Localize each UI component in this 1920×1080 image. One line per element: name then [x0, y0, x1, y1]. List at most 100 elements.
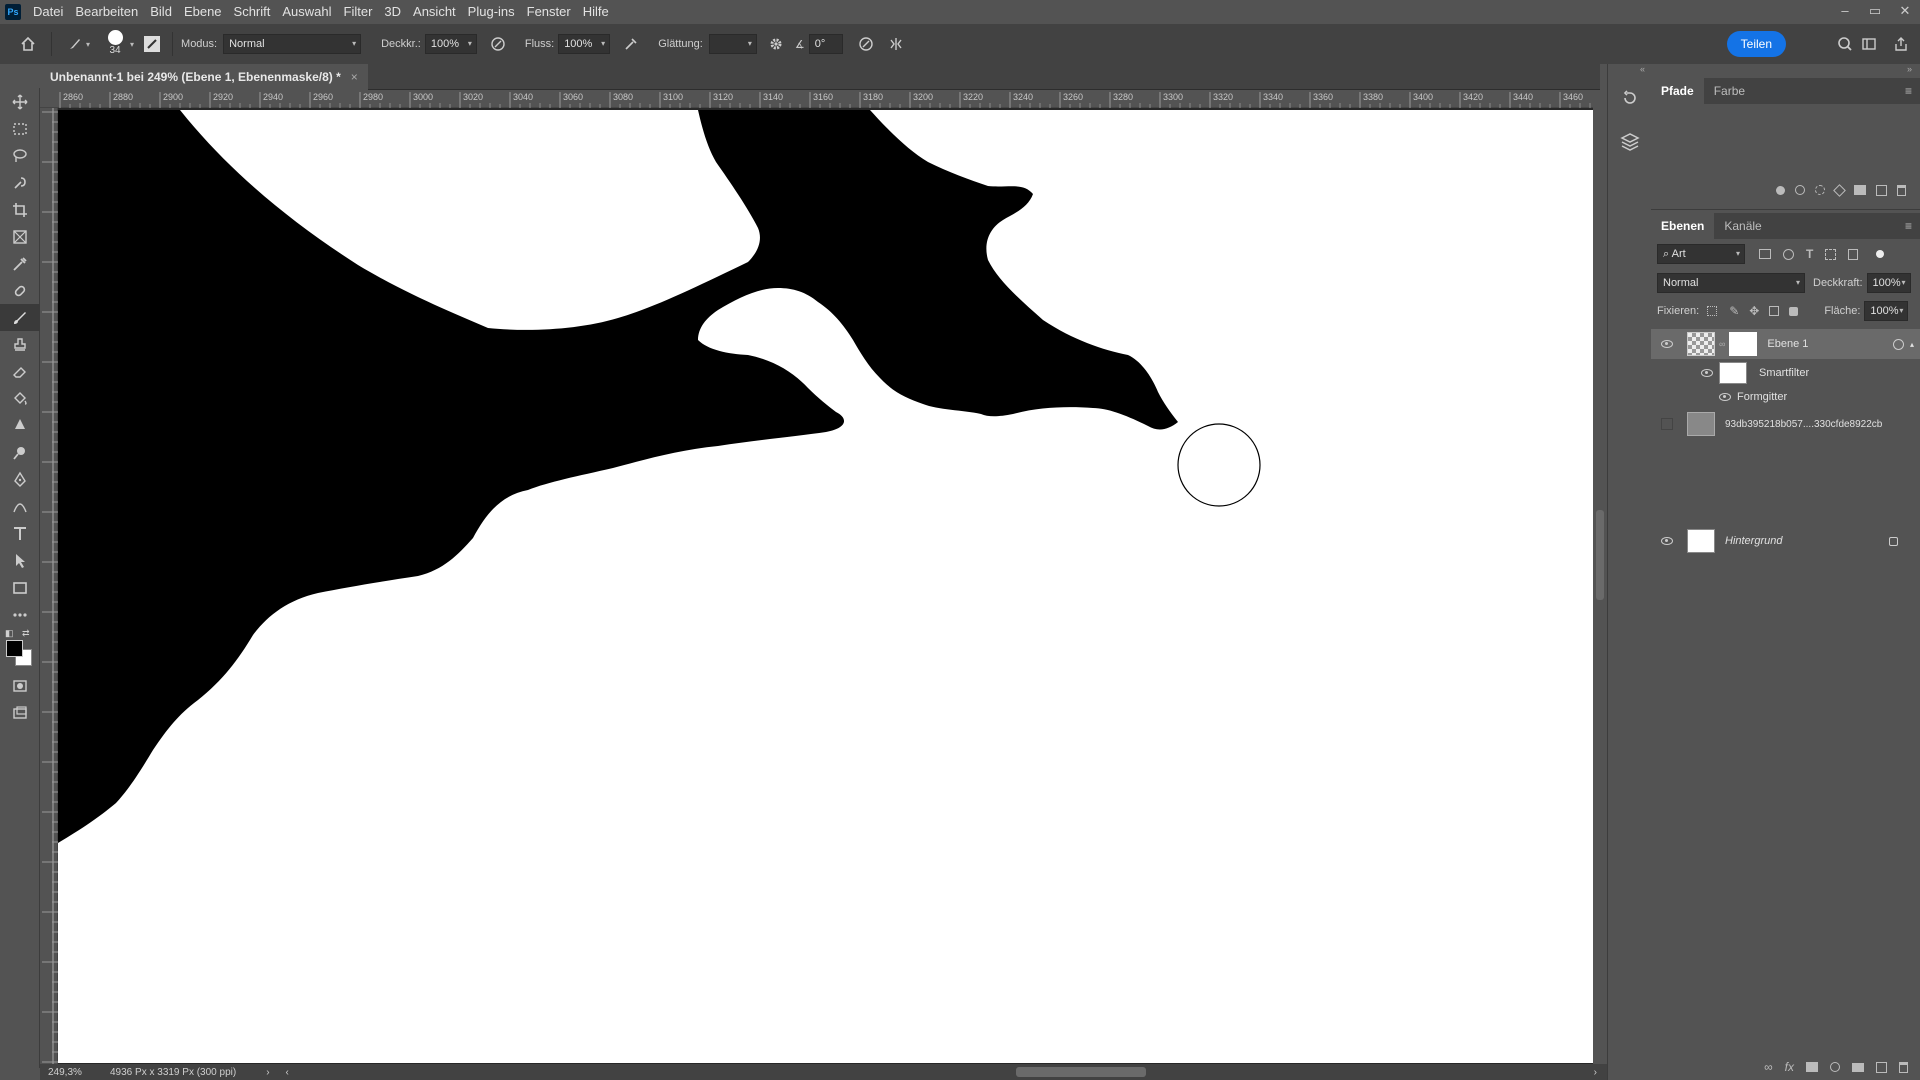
move-tool-icon[interactable] [0, 88, 40, 115]
mode-select[interactable]: Normal ▾ [223, 34, 362, 54]
path-selection-tool-icon[interactable] [0, 547, 40, 574]
menu-datei[interactable]: Datei [27, 0, 69, 24]
adjustment-layer-icon[interactable] [1830, 1062, 1840, 1072]
default-colors-icon[interactable]: ◧ [5, 628, 14, 639]
tab-farbe[interactable]: Farbe [1704, 78, 1755, 104]
clone-stamp-tool-icon[interactable] [0, 331, 40, 358]
layer-row-smartfilter[interactable]: Smartfilter [1651, 361, 1920, 385]
eraser-tool-icon[interactable] [0, 358, 40, 385]
add-mask-icon[interactable] [1854, 185, 1866, 195]
pressure-size-icon[interactable] [855, 33, 877, 55]
menu-ansicht[interactable]: Ansicht [407, 0, 462, 24]
stroke-path-icon[interactable] [1795, 185, 1805, 195]
dodge-tool-icon[interactable] [0, 439, 40, 466]
tab-kanaele[interactable]: Kanäle [1714, 213, 1771, 239]
curvature-pen-tool-icon[interactable] [0, 493, 40, 520]
visibility-off-box[interactable] [1661, 418, 1673, 430]
menu-fenster[interactable]: Fenster [521, 0, 577, 24]
adjustment-filter-icon[interactable] [1783, 248, 1794, 260]
type-tool-icon[interactable] [0, 520, 40, 547]
smart-object-filter-icon[interactable] [1848, 248, 1859, 260]
menu-filter[interactable]: Filter [338, 0, 379, 24]
collapse-arrows-icon[interactable]: « [1608, 64, 1651, 78]
healing-brush-tool-icon[interactable] [0, 277, 40, 304]
flow-input[interactable]: 100% ▾ [558, 34, 611, 54]
collapse-panel-arrows-icon[interactable]: » [1651, 64, 1920, 78]
panel-menu-icon[interactable]: ≡ [1905, 219, 1920, 233]
gear-icon[interactable] [765, 33, 787, 55]
scroll-left-arrow-icon[interactable]: ‹ [286, 1067, 289, 1078]
swap-colors-icon[interactable]: ⇄ [22, 628, 30, 639]
type-filter-icon[interactable]: T [1806, 247, 1813, 261]
chain-link-icon[interactable]: ∞ [1719, 339, 1725, 349]
brush-settings-icon[interactable] [144, 36, 161, 52]
smoothing-input[interactable]: ▾ [708, 34, 757, 54]
fill-path-icon[interactable] [1776, 185, 1785, 195]
airbrush-icon[interactable] [620, 33, 642, 55]
close-window-button[interactable]: ✕ [1890, 0, 1920, 24]
menu-hilfe[interactable]: Hilfe [577, 0, 615, 24]
layer-row-93db[interactable]: 93db395218b057....330cfde8922cb [1651, 409, 1920, 439]
pressure-opacity-icon[interactable] [487, 33, 509, 55]
layer-row-hintergrund[interactable]: Hintergrund [1651, 526, 1920, 556]
share-button[interactable]: Teilen [1726, 31, 1786, 57]
add-mask-icon[interactable] [1806, 1062, 1818, 1072]
chevron-up-icon[interactable]: ▴ [1910, 340, 1914, 349]
zoom-level[interactable]: 249,3% [40, 1067, 98, 1078]
marquee-tool-icon[interactable] [0, 115, 40, 142]
paint-bucket-tool-icon[interactable] [0, 385, 40, 412]
minimize-button[interactable]: – [1830, 0, 1860, 24]
lock-transparency-icon[interactable] [1707, 306, 1718, 316]
status-menu-arrow-icon[interactable]: › [266, 1067, 269, 1078]
rectangle-tool-icon[interactable] [0, 574, 40, 601]
layer-kind-filter[interactable]: ⌕ Art ▾ [1657, 244, 1745, 264]
menu-plugins[interactable]: Plug-ins [462, 0, 521, 24]
image-filter-icon[interactable] [1759, 249, 1771, 259]
quick-selection-tool-icon[interactable] [0, 169, 40, 196]
fx-icon[interactable]: fx [1785, 1060, 1794, 1074]
menu-bearbeiten[interactable]: Bearbeiten [69, 0, 144, 24]
trash-icon[interactable] [1899, 1061, 1908, 1073]
visibility-eye-icon[interactable] [1661, 340, 1673, 348]
visibility-eye-icon[interactable] [1661, 537, 1673, 545]
history-icon[interactable] [1608, 80, 1652, 116]
layer-mask-thumbnail[interactable] [1729, 332, 1758, 356]
crop-tool-icon[interactable] [0, 196, 40, 223]
vertical-scrollbar[interactable] [1593, 90, 1607, 1064]
link-layers-icon[interactable]: ∞ [1764, 1060, 1773, 1074]
brush-tool-preset-icon[interactable] [64, 33, 86, 55]
pen-tool-icon[interactable] [0, 466, 40, 493]
opacity-input[interactable]: 100% ▾ [424, 34, 477, 54]
tab-ebenen[interactable]: Ebenen [1651, 213, 1715, 239]
panel-menu-icon[interactable]: ≡ [1905, 84, 1920, 98]
lock-all-icon[interactable] [1789, 306, 1799, 316]
blur-tool-icon[interactable] [0, 412, 40, 439]
blend-mode-select[interactable]: Normal ▾ [1657, 273, 1805, 293]
chevron-down-icon[interactable]: ▾ [86, 40, 90, 49]
layers-stack-icon[interactable] [1608, 124, 1652, 160]
layer-row-formgitter[interactable]: Formgitter [1651, 386, 1920, 408]
menu-bild[interactable]: Bild [144, 0, 178, 24]
brush-size-picker[interactable]: 34 [104, 27, 126, 61]
chevron-down-icon[interactable]: ▾ [130, 40, 134, 49]
visibility-eye-icon[interactable] [1701, 369, 1713, 377]
make-work-path-icon[interactable] [1833, 183, 1846, 197]
eyedropper-tool-icon[interactable] [0, 250, 40, 277]
restore-button[interactable]: ▭ [1860, 0, 1890, 24]
foreground-color-swatch[interactable] [6, 640, 23, 657]
screen-mode-icon[interactable] [0, 699, 40, 726]
document-tab[interactable]: Unbenannt-1 bei 249% (Ebene 1, Ebenenmas… [40, 64, 368, 90]
horizontal-scroll-thumb[interactable] [1016, 1067, 1146, 1077]
new-group-icon[interactable] [1852, 1062, 1864, 1072]
new-path-icon[interactable] [1876, 184, 1887, 196]
load-selection-icon[interactable] [1815, 185, 1825, 195]
fill-input[interactable]: 100% ▾ [1864, 301, 1909, 321]
frame-tool-icon[interactable] [0, 223, 40, 250]
export-share-icon[interactable] [1890, 33, 1912, 55]
more-tools-icon[interactable] [0, 601, 40, 628]
tab-pfade[interactable]: Pfade [1651, 78, 1704, 104]
shape-filter-icon[interactable] [1825, 248, 1837, 260]
menu-schrift[interactable]: Schrift [228, 0, 277, 24]
menu-auswahl[interactable]: Auswahl [276, 0, 337, 24]
new-layer-icon[interactable] [1876, 1061, 1887, 1073]
